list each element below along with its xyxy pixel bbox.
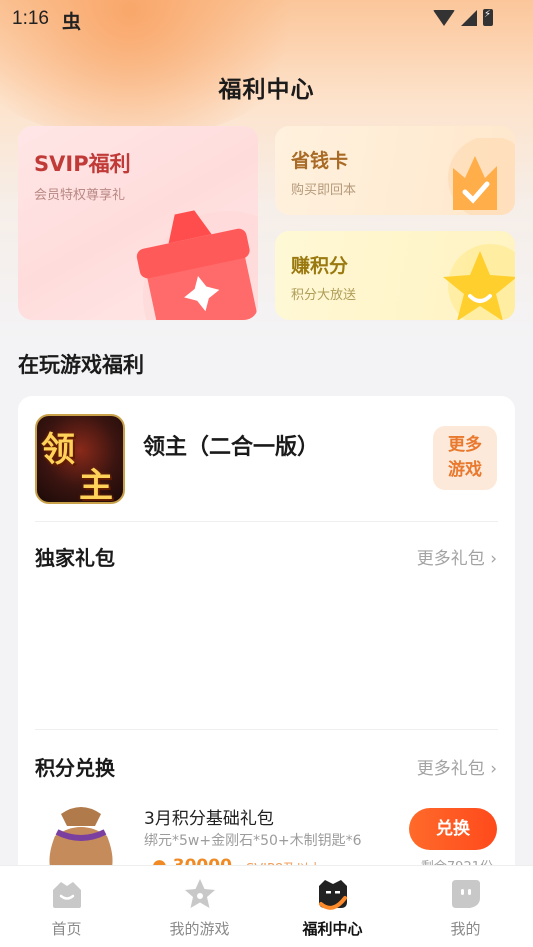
bottom-nav: 首页 我的游戏 福利中心 我的 — [0, 865, 533, 947]
gift-icon — [136, 210, 258, 320]
nav-home-label: 首页 — [51, 920, 82, 938]
game-welfare-panel: 领 主 领主（二合一版） 更多 游戏 独家礼包 更多礼包 › 积分兑换 更多礼包… — [18, 396, 515, 916]
status-icons — [433, 9, 493, 26]
status-bar: 1:16 虫 — [0, 0, 533, 38]
divider — [35, 729, 498, 730]
earn-card-title: 赚积分 — [291, 255, 349, 277]
signal-icon — [461, 9, 477, 26]
game-logo-text-2: 主 — [79, 466, 113, 504]
page-title: 福利中心 — [218, 77, 315, 103]
svip-card-subtitle: 会员特权尊享礼 — [34, 188, 126, 203]
earn-card-subtitle: 积分大放送 — [291, 288, 357, 303]
battery-icon — [483, 9, 493, 26]
nav-profile[interactable]: 我的 — [399, 866, 532, 947]
exclusive-gift-title: 独家礼包 — [35, 546, 115, 570]
nav-welfare-label: 福利中心 — [302, 920, 363, 938]
package-title: 3月积分基础礼包 — [144, 809, 274, 829]
nav-welfare-center[interactable]: 福利中心 — [266, 866, 399, 947]
points-more-link[interactable]: 更多礼包 › — [417, 754, 497, 779]
nav-my-games-label: 我的游戏 — [169, 920, 230, 938]
game-logo[interactable]: 领 主 — [35, 414, 125, 504]
notification-icon: 虫 — [62, 11, 82, 33]
save-money-card[interactable]: 省钱卡 购买即回本 — [275, 126, 515, 215]
nav-home[interactable]: 首页 — [0, 866, 133, 947]
game-name: 领主（二合一版） — [143, 435, 320, 460]
nav-profile-label: 我的 — [450, 920, 481, 938]
welfare-icon — [318, 880, 347, 910]
svip-card[interactable]: SVIP福利 会员特权尊享礼 — [18, 126, 258, 320]
save-card-title: 省钱卡 — [291, 150, 349, 172]
more-games-line-2: 游戏 — [448, 460, 482, 480]
star-icon — [184, 879, 215, 908]
package-description: 绑元*5w+金刚石*50+木制钥匙*6 — [144, 833, 362, 849]
svip-card-title: SVIP福利 — [34, 152, 131, 176]
section-title: 在玩游戏福利 — [18, 353, 144, 377]
game-logo-text-1: 领 — [41, 430, 75, 470]
divider — [35, 521, 498, 522]
status-time: 1:16 — [12, 8, 49, 29]
exclusive-more-link[interactable]: 更多礼包 › — [417, 544, 497, 569]
exchange-button[interactable]: 兑换 — [409, 808, 497, 850]
points-exchange-title: 积分兑换 — [35, 756, 115, 780]
nav-my-games[interactable]: 我的游戏 — [133, 866, 266, 947]
more-games-line-1: 更多 — [448, 435, 482, 455]
earn-points-card[interactable]: 赚积分 积分大放送 — [275, 231, 515, 320]
smiling-star-icon — [443, 244, 515, 320]
home-icon — [52, 882, 81, 908]
save-card-subtitle: 购买即回本 — [291, 183, 357, 198]
coupon-check-icon — [448, 138, 515, 215]
more-games-button[interactable]: 更多 游戏 — [433, 426, 497, 490]
profile-icon — [451, 880, 480, 908]
wifi-icon — [433, 9, 455, 26]
